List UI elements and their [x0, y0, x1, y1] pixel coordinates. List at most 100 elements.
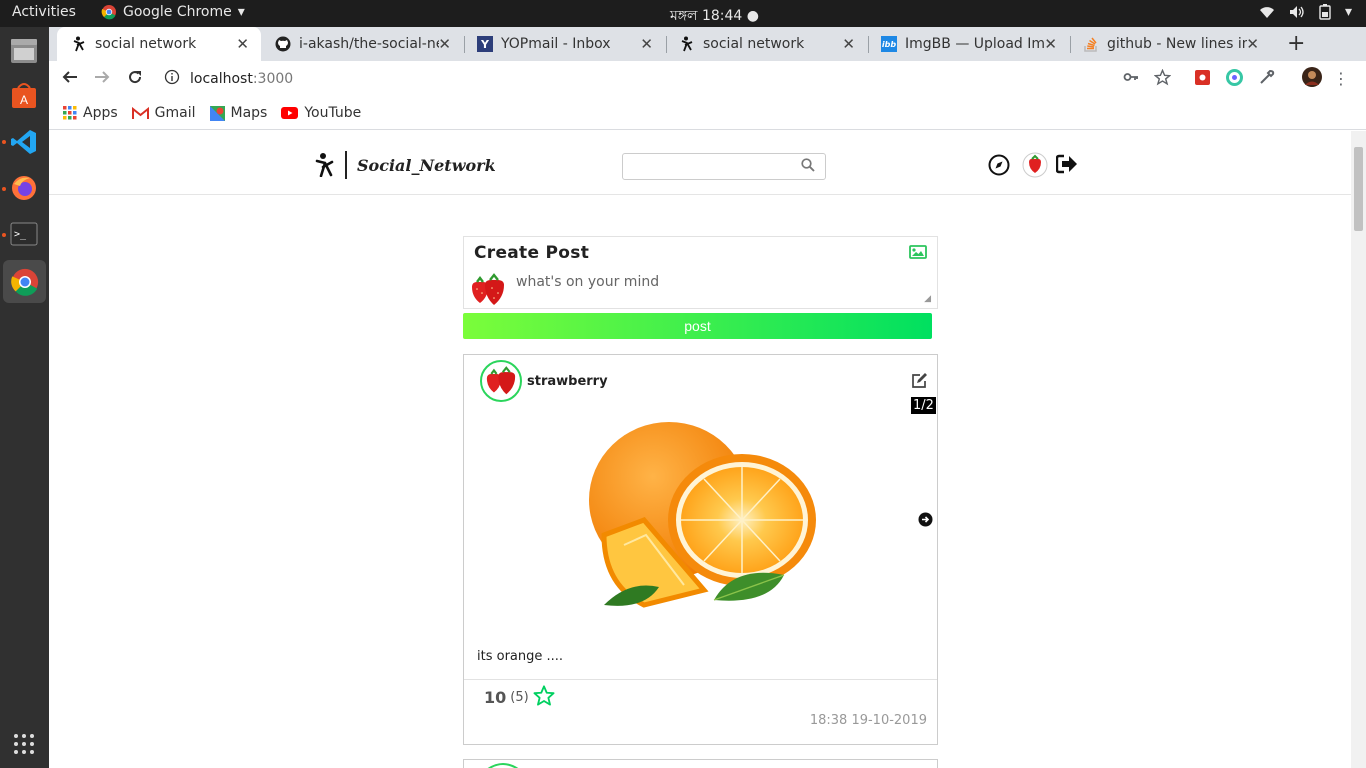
star-rate-icon[interactable] — [533, 685, 555, 710]
bookmark-label: Apps — [83, 105, 118, 121]
terminal-icon[interactable]: >_ — [7, 217, 41, 251]
yopmail-icon: Y — [477, 36, 493, 52]
system-menu-chevron-icon: ▾ — [1344, 4, 1352, 20]
next-image-icon[interactable] — [918, 512, 933, 531]
brand-logo[interactable]: Social_Network — [315, 151, 496, 179]
tab-title: i-akash/the-social-ne — [299, 36, 439, 52]
tab-title: social network — [95, 36, 197, 52]
eyedropper-icon[interactable] — [1259, 69, 1275, 89]
running-indicator — [2, 187, 6, 191]
page-viewport: Social_Network Create Post what's on you… — [49, 131, 1351, 768]
app-menu[interactable]: Google Chrome ▾ — [101, 4, 245, 20]
close-icon[interactable]: ✕ — [438, 35, 451, 53]
bookmarks-bar: Apps Gmail Maps YouTube — [49, 97, 1366, 130]
address-bar[interactable]: localhost:3000 — [164, 65, 1164, 93]
info-icon[interactable] — [164, 69, 180, 89]
edit-icon[interactable] — [911, 373, 928, 393]
chrome-dock-icon[interactable] — [3, 260, 46, 303]
social-network-logo-icon — [315, 153, 334, 177]
system-tray[interactable]: ▾ — [1259, 4, 1352, 20]
profile-avatar-icon[interactable] — [1302, 67, 1322, 91]
bookmark-gmail[interactable]: Gmail — [131, 105, 196, 121]
chevron-down-icon: ▾ — [237, 4, 245, 20]
search-icon[interactable] — [801, 158, 815, 176]
stackoverflow-icon — [1083, 36, 1099, 52]
bookmark-label: Gmail — [154, 105, 196, 121]
close-icon[interactable]: ✕ — [236, 35, 249, 53]
more-menu-icon[interactable]: ⋮ — [1333, 69, 1349, 88]
next-post-avatar-ring — [487, 763, 519, 768]
imgbb-icon: ibb — [881, 36, 897, 52]
resize-handle-icon[interactable]: ◢ — [924, 294, 931, 304]
bookmark-youtube[interactable]: YouTube — [281, 105, 361, 121]
activities-button[interactable]: Activities — [12, 4, 76, 20]
page-scrollbar[interactable] — [1351, 131, 1366, 768]
create-post-heading: Create Post — [474, 243, 590, 263]
extension-red-icon[interactable] — [1194, 69, 1211, 90]
close-icon[interactable]: ✕ — [1246, 35, 1259, 53]
app-navbar: Social_Network — [49, 131, 1351, 195]
tab-social-network[interactable]: social network ✕ — [665, 27, 867, 61]
show-applications-icon[interactable] — [7, 727, 41, 761]
post-card: strawberry 1/2 its orange .... 10 (5) 18… — [463, 354, 938, 745]
bookmark-maps[interactable]: Maps — [209, 105, 267, 121]
reload-icon[interactable] — [127, 69, 143, 90]
rating-value: 10 — [484, 688, 507, 707]
bookmark-apps[interactable]: Apps — [63, 105, 118, 121]
chrome-icon — [101, 5, 116, 20]
image-upload-icon[interactable] — [909, 245, 927, 263]
post-author-name[interactable]: strawberry — [527, 374, 608, 389]
post-author-avatar[interactable] — [480, 360, 522, 402]
close-icon[interactable]: ✕ — [640, 35, 653, 53]
tab-imgbb[interactable]: ibb ImgBB — Upload Im ✕ — [867, 27, 1069, 61]
post-textarea[interactable]: what's on your mind — [516, 274, 659, 290]
post-divider — [464, 679, 937, 680]
tab-github[interactable]: i-akash/the-social-ne ✕ — [261, 27, 463, 61]
vscode-icon[interactable] — [7, 125, 41, 159]
star-bookmark-icon[interactable] — [1153, 68, 1172, 90]
files-icon[interactable] — [7, 34, 41, 68]
post-button[interactable]: post — [463, 313, 932, 339]
back-arrow-icon[interactable] — [62, 69, 78, 90]
system-top-bar: Activities Google Chrome ▾ মঙ্গল 18:44 ●… — [0, 0, 1366, 27]
firefox-icon[interactable] — [7, 171, 41, 205]
app-menu-label: Google Chrome — [123, 4, 232, 20]
browser-toolbar: localhost:3000 ⋮ — [49, 61, 1366, 97]
logout-icon[interactable] — [1055, 154, 1078, 178]
software-center-icon[interactable]: A — [7, 79, 41, 113]
clock[interactable]: মঙ্গল 18:44 ● — [670, 4, 759, 28]
tab-stackoverflow[interactable]: github - New lines in ✕ — [1069, 27, 1271, 61]
tab-strip: social network ✕ i-akash/the-social-ne ✕… — [49, 27, 1366, 61]
post-timestamp: 18:38 19-10-2019 — [809, 713, 927, 728]
youtube-icon — [281, 107, 299, 119]
create-post-card: Create Post what's on your mind ◢ — [463, 236, 938, 309]
tab-title: YOPmail - Inbox — [501, 36, 611, 52]
dock: A >_ — [0, 27, 49, 768]
create-post-form: Create Post what's on your mind ◢ post — [463, 236, 938, 340]
tab-title: social network — [703, 36, 805, 52]
scrollbar-thumb[interactable] — [1354, 147, 1363, 231]
new-tab-button[interactable]: + — [1287, 31, 1305, 56]
post-caption: its orange .... — [477, 649, 564, 664]
social-network-favicon-icon — [71, 36, 87, 52]
tab-yopmail[interactable]: Y YOPmail - Inbox ✕ — [463, 27, 665, 61]
search-input[interactable] — [622, 153, 826, 180]
tab-social-network-active[interactable]: social network ✕ — [57, 27, 261, 61]
tab-title: github - New lines in — [1107, 36, 1247, 52]
close-icon[interactable]: ✕ — [1044, 35, 1057, 53]
user-avatar — [468, 273, 508, 311]
image-counter: 1/2 — [911, 397, 936, 414]
forward-arrow-icon[interactable] — [94, 69, 110, 90]
key-icon[interactable] — [1123, 69, 1139, 89]
url-host: localhost — [190, 71, 253, 87]
close-icon[interactable]: ✕ — [842, 35, 855, 53]
compass-explore-icon[interactable] — [988, 154, 1010, 180]
brand-name: Social_Network — [357, 155, 496, 175]
svg-text:>_: >_ — [14, 229, 27, 240]
brand-divider — [345, 151, 347, 179]
battery-icon — [1319, 4, 1331, 20]
extension-green-icon[interactable] — [1226, 69, 1243, 90]
gmail-icon — [131, 106, 149, 119]
profile-avatar[interactable] — [1022, 152, 1048, 182]
volume-icon — [1289, 6, 1304, 18]
